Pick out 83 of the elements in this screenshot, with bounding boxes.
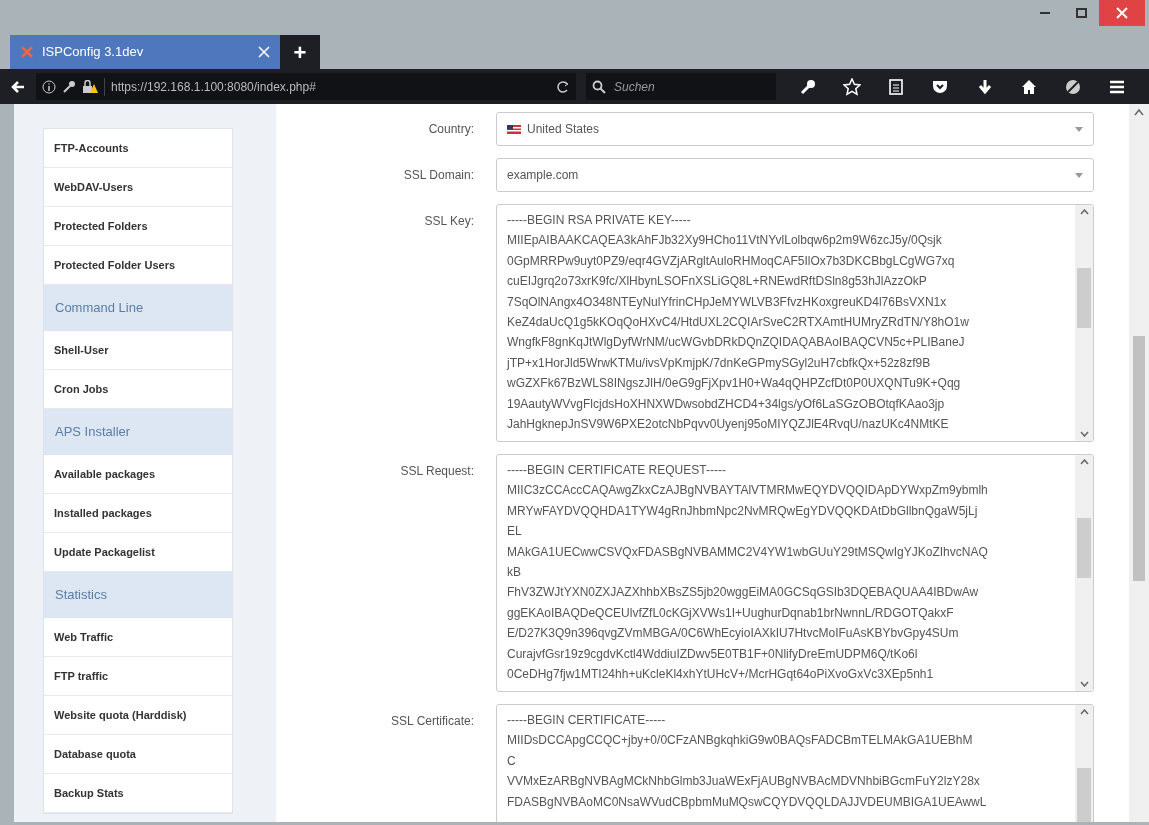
tools-icon (20, 45, 34, 59)
text-line: 0GpMRRPw9uyt0PZ9/eqr4GVZjARgltAuloRHMoqCAF5IlOx7b3DKCBbgLCgWG7xq (507, 252, 956, 270)
sidebar-item[interactable]: Installed packages (44, 494, 232, 533)
section-header: Statistics (44, 572, 232, 618)
text-area[interactable] (496, 454, 1094, 692)
text-line: 7SqOlNAngx4O348NTEyNulYfrinCHpJeMYWLVB3FfvzHKoxgreuKD4l76BsVXN1x (507, 293, 948, 311)
sidebar-item[interactable]: Backup Stats (44, 774, 232, 813)
field-label: Country: (428, 122, 474, 136)
sidebar-item[interactable]: FTP traffic (44, 657, 232, 696)
text-line: jTP+x1HorJld5WrwKTMu/ivsVpKmjpK/7dnKeGPmySGyl2uH7cbfkQx+52z8zf9B (507, 354, 932, 372)
text-line: FDASBgNVBAoMC0NsaWVudCBpbmMuMQswCQYDVQQLDAJJVDEUMBIGA1UEAwwL (507, 793, 988, 811)
reload-icon[interactable] (556, 79, 570, 94)
scroll-up-icon[interactable] (1079, 709, 1089, 715)
browser-tab[interactable]: ISPConfig 3.1dev (10, 35, 280, 69)
scroll-down-icon[interactable] (1079, 431, 1089, 437)
search-field[interactable]: Suchen (586, 73, 776, 100)
lock-warning-icon (82, 79, 98, 94)
scroll-up-icon[interactable] (1079, 209, 1089, 215)
sidebar-item[interactable]: Website quota (Harddisk) (44, 696, 232, 735)
url-bar[interactable]: https://192.168.1.100:8080/index.php# (36, 73, 576, 100)
sidebar-item[interactable]: Protected Folders (44, 207, 232, 246)
back-arrow-icon[interactable] (10, 78, 26, 95)
search-icon (592, 79, 606, 94)
field-label: SSL Key: (424, 214, 474, 228)
text-line: CurajvfGsr19z9cgdvKctl4WddiuIZDwv5E0TB1F+0NlifyDreEmUDPM6Q/tKo6l (507, 645, 919, 663)
new-tab-button[interactable]: + (280, 35, 320, 69)
sidebar-item[interactable]: Database quota (44, 735, 232, 774)
text-line: -----BEGIN CERTIFICATE----- (507, 712, 667, 729)
text-line: cuEIJgrq2o73xrK9fc/XlHbynLSOFnXSLiGQ8L+RNEwdRftDSln8g53hJlAzzOkP (507, 273, 928, 291)
close-icon[interactable] (258, 46, 270, 58)
scrollbar[interactable] (1075, 455, 1093, 691)
sidebar-item[interactable]: Shell-User (44, 331, 232, 370)
scroll-down-icon[interactable] (1079, 681, 1089, 687)
sidebar-item[interactable]: WebDAV-Users (44, 168, 232, 207)
url-text: https://192.168.1.100:8080/index.php# (104, 77, 550, 96)
text-line: MIIDsDCCApgCCQC+jby+0/0CFzANBgkqhkiG9w0BAQsFADCBmTELMAkGA1UEBhM (507, 732, 974, 750)
text-line: 0CeDHg7fjw1MTI24hh+uKcleKl4xhYtUHcV+/McrHGqt64oPiXvoGxVc3XEp5nh1 (507, 666, 935, 684)
text-line: WngfkF8gnKqJtWlgDyfWrNM/ucWGvbDRkDQnZQIDAQABAoIBAQCVN5c+PLIBaneJ (507, 334, 966, 352)
text-line: MIIEpAIBAAKCAQEA3kAhFJb32Xy9HCho11VtNYvlLolbqw6p2m9W6zcJ5y/0Qsjk (507, 232, 943, 250)
info-icon (42, 79, 56, 94)
scroll-thumb[interactable] (1077, 768, 1091, 822)
text-area[interactable] (496, 204, 1094, 442)
sidebar-item[interactable]: Web Traffic (44, 618, 232, 657)
text-line: -----BEGIN CERTIFICATE REQUEST----- (507, 462, 727, 479)
text-line: EL (507, 523, 523, 541)
reading-list-icon[interactable] (887, 77, 906, 96)
close-icon[interactable] (1099, 0, 1145, 26)
sidebar-item[interactable]: Available packages (44, 455, 232, 494)
scroll-thumb[interactable] (1077, 268, 1091, 328)
text-line: 19AautyWVvgFlcjdsHoXHNXWDwsobdZHCD4+34lgs/yOf6LaSGzOBOtqfKAao3jp (507, 395, 946, 413)
text-line: E/D27K3Q9n396qvgZVmMBGA/0C6WhEcyioIAXkIU7HtvcMoIFuAsKBYbvGpy4SUm (507, 625, 960, 643)
section-header: Command Line (44, 285, 232, 331)
text-line: ggEKAoIBAQDeQCEUlvfZfL0cKGjXVWs1I+UughurDqnab1brNwnnL/RDGOTQakxF (507, 604, 955, 622)
caret-icon (1075, 126, 1083, 132)
text-line: C (507, 752, 517, 770)
text-line: MAkGA1UECwwCSVQxFDASBgNVBAMMC2V4YW1wbGUuY29tMSQwIgYJKoZIhvcNAQ (507, 543, 989, 561)
field-label: SSL Request: (400, 464, 474, 478)
scroll-thumb[interactable] (1133, 336, 1145, 581)
field-label: SSL Domain: (403, 168, 474, 182)
text-line: wGZXFk67BzWLS8INgszJlH/0eG9gFjXpv1H0+Wa4qQHPZcfDt0P0UXQNTu9K+Qqg (507, 375, 962, 393)
section-header: APS Installer (44, 409, 232, 455)
select-field[interactable]: United States (496, 112, 1094, 146)
scrollbar[interactable] (1129, 104, 1149, 822)
scroll-up-icon[interactable] (1079, 459, 1089, 465)
field-label: SSL Certificate: (391, 714, 474, 728)
text-line: JahHgknepJnSV9W6PXE2otcNbPqvv0Uyenj95oMIYQZJlE4RvqU/nazUKc4NMtKE (507, 416, 950, 434)
scrollbar[interactable] (1075, 205, 1093, 441)
text-line: VVMxEzARBgNVBAgMCkNhbGlmb3JuaWExFjAUBgNVBAcMDVNhbiBGcmFuY2lzY28x (507, 773, 981, 791)
text-line: MIIC3zCCAccCAQAwgZkxCzAJBgNVBAYTAlVTMRMwEQYDVQQIDApDYWxpZm9ybmlh (507, 482, 989, 500)
scroll-up-icon[interactable] (1134, 108, 1144, 116)
text-line: kB (507, 564, 522, 582)
scroll-thumb[interactable] (1077, 518, 1091, 578)
select-field[interactable]: example.com (496, 158, 1094, 192)
text-line: -----BEGIN RSA PRIVATE KEY----- (507, 212, 692, 229)
flag-icon (507, 124, 521, 134)
sidebar-item[interactable]: FTP-Accounts (44, 129, 232, 168)
search-input[interactable]: Suchen (614, 77, 764, 96)
caret-icon (1075, 172, 1083, 178)
text-line: MRYwFAYDVQQHDA1TYW4gRnJhbmNpc2NvMRQwEgYDVQQKDAtDbGllbnQgaW5jLj (507, 502, 979, 520)
tab-title: ISPConfig 3.1dev (42, 43, 145, 62)
text-line: KeZ4daUcQ1g5kKOqQoHXvC4/HtdUXL2CQIArSveC2RTXAmtHUMryZRdTN/Y8hO1w (507, 314, 970, 332)
star-icon[interactable] (843, 77, 862, 96)
text-line: FhV3ZWJtYXN0ZXJAZXhhbXBsZS5jb20wggEiMA0GCSqGSIb3DQEBAQUAA4IBDwAw (507, 584, 980, 602)
